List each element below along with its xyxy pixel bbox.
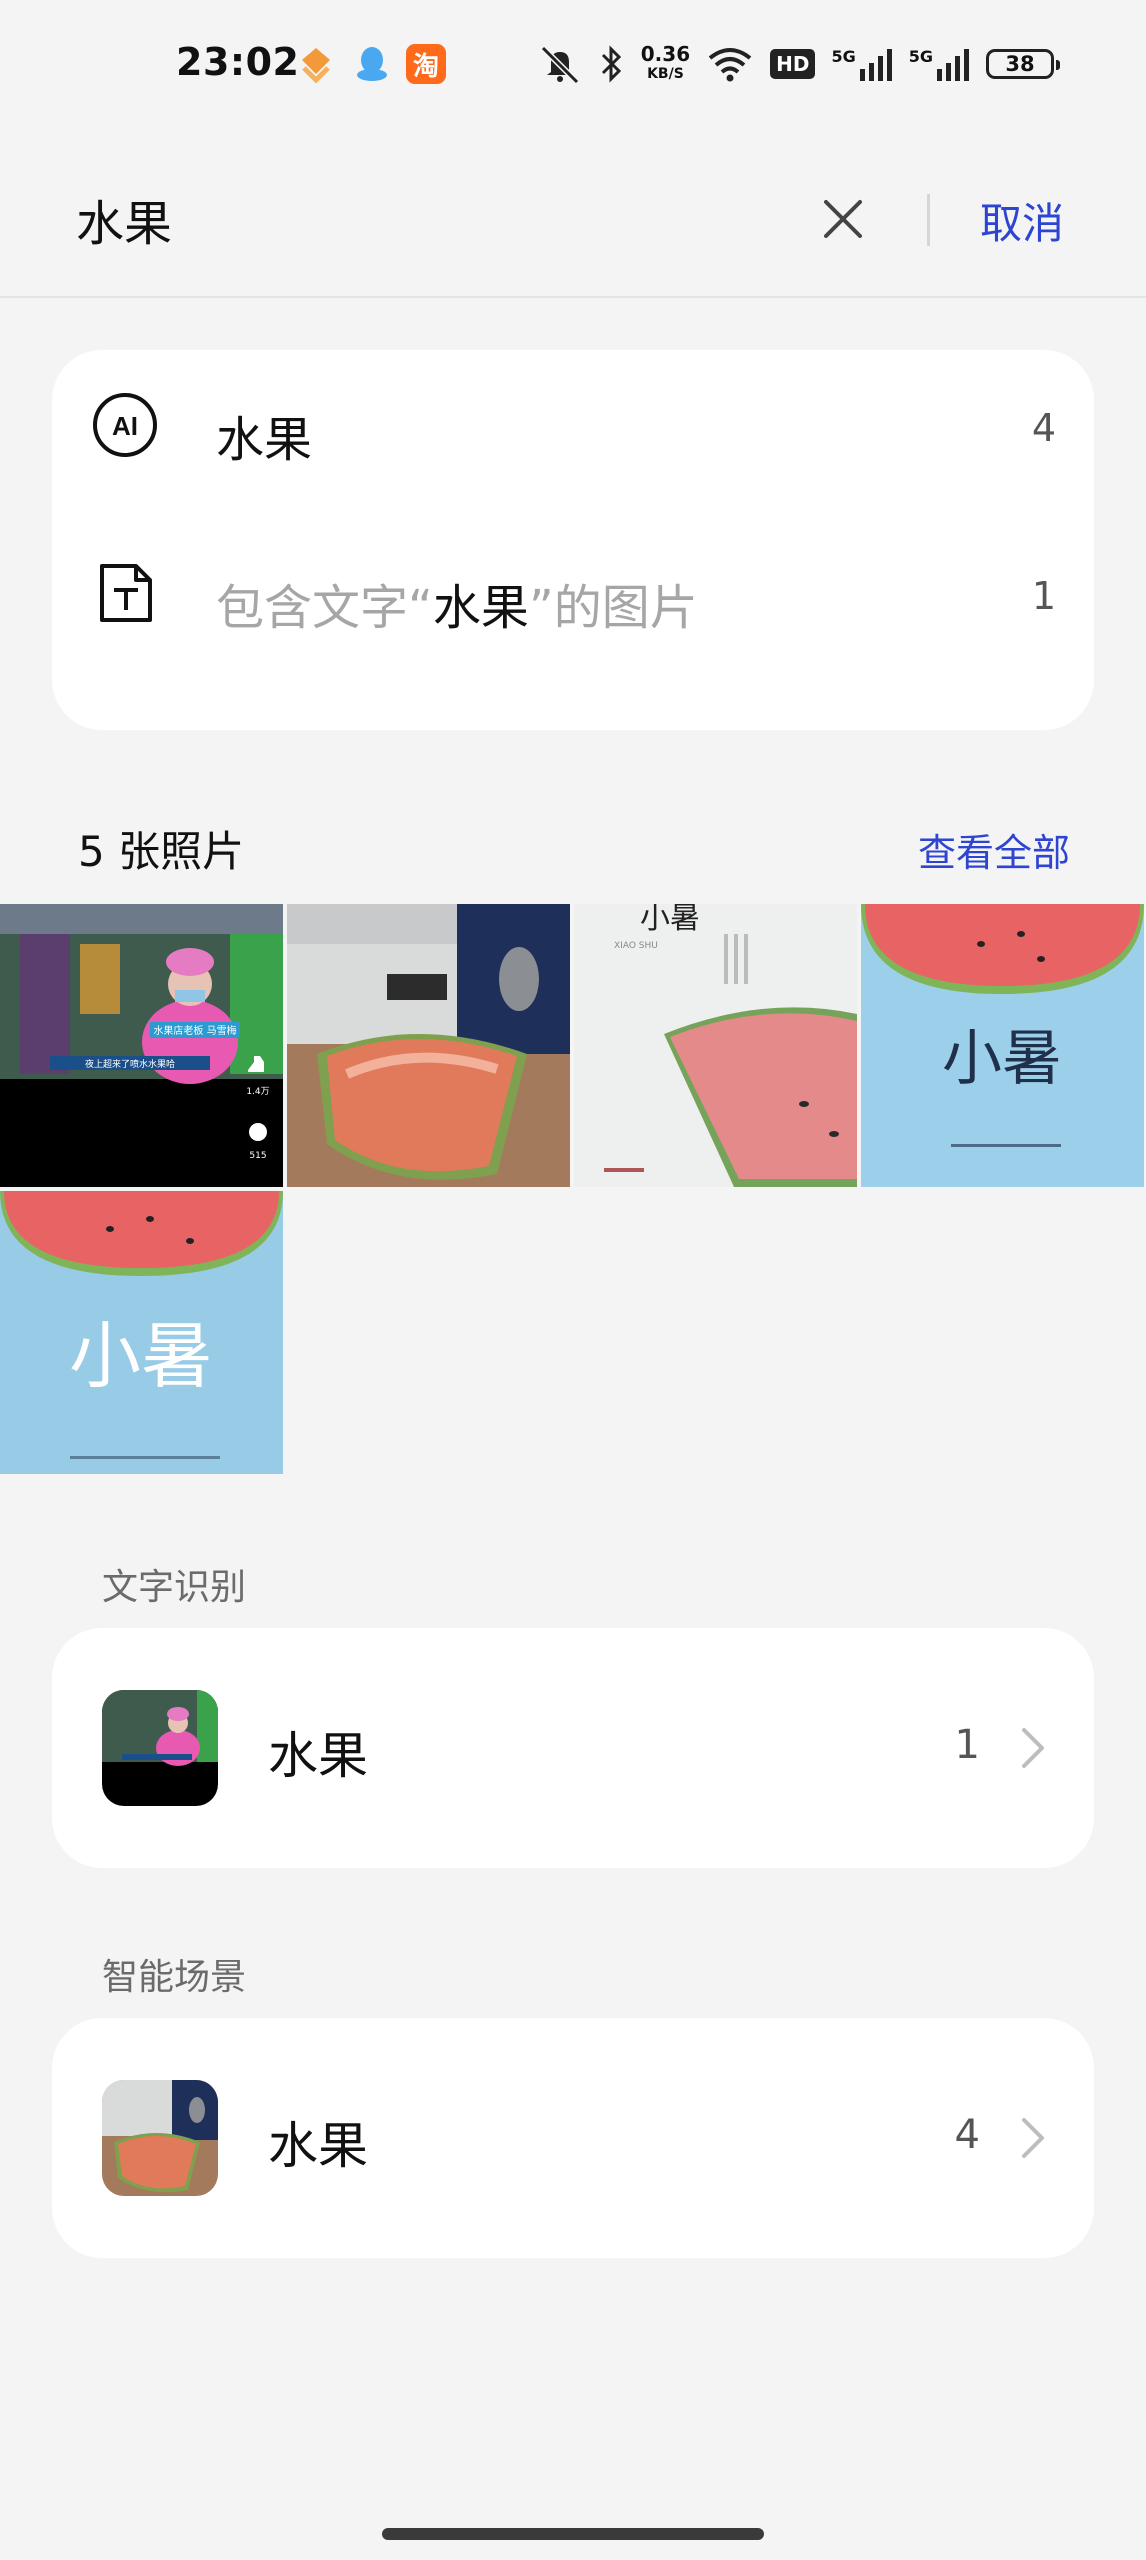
svg-text:AI: AI — [112, 411, 138, 441]
header-divider — [0, 296, 1146, 298]
result-thumbnail — [102, 1690, 218, 1806]
status-bar: 23:02 淘 0.36 KB/S HD 5G 5G 38 — [0, 0, 1146, 130]
result-label: 水果 — [268, 1727, 368, 1785]
photo-xiaoshu-poster-blue-2[interactable]: 小暑 — [0, 1191, 283, 1474]
photo-overlay-title: 小暑 — [69, 1314, 213, 1398]
cancel-button[interactable]: 取消 — [980, 190, 1064, 251]
view-all-button[interactable]: 查看全部 — [918, 822, 1070, 877]
suggestion-card: AI 水果 4 包含文字“水果”的图片 1 — [52, 350, 1094, 730]
text-doc-icon — [100, 564, 152, 622]
status-time: 23:02 — [176, 40, 300, 84]
signal-5g-icon-2: 5G — [909, 47, 970, 81]
clear-icon[interactable] — [818, 194, 868, 244]
suggestion-ai[interactable]: AI 水果 4 — [52, 350, 1094, 500]
signal-5g-icon-1: 5G — [831, 47, 892, 81]
photo-xiaoshu-poster-white[interactable]: 小暑 XIAO SHU — [574, 904, 857, 1187]
hd-icon: HD — [770, 49, 816, 79]
photo-overlay-subtitle: XIAO SHU — [614, 941, 658, 951]
suggestion-label: 包含文字“水果”的图片 — [216, 580, 698, 636]
suggestion-count: 4 — [1031, 406, 1056, 450]
bluetooth-icon — [601, 45, 621, 83]
ai-icon: AI — [93, 393, 157, 457]
text-recognition-item[interactable]: 水果 1 — [52, 1628, 1094, 1868]
photo-overlay-title: 小暑 — [942, 1024, 1062, 1094]
photo-watermelon-desk[interactable] — [287, 904, 570, 1187]
battery-indicator: 38 — [986, 49, 1060, 79]
photo-overlay-comments: 515 — [249, 1151, 266, 1161]
photo-overlay-title: 小暑 — [640, 904, 700, 936]
home-indicator[interactable] — [382, 2528, 764, 2540]
smart-scene-title: 智能场景 — [102, 1957, 247, 1998]
result-thumbnail — [102, 2080, 218, 2196]
photo-overlay-name: 水果店老板 马雪梅 — [153, 1024, 236, 1037]
divider — [927, 194, 930, 246]
result-count: 4 — [954, 2112, 980, 2158]
photo-market-woman[interactable]: 水果店老板 马雪梅 夜上超来了喷水水果哈 1.4万 515 — [0, 904, 283, 1187]
heart-app-icon — [302, 48, 330, 84]
suggestion-text-contains[interactable]: 包含文字“水果”的图片 1 — [52, 518, 1094, 668]
chevron-right-icon — [1022, 2118, 1044, 2158]
wifi-icon — [708, 48, 752, 82]
search-bar: 取消 — [0, 150, 1146, 296]
qq-icon — [357, 47, 387, 81]
search-input[interactable] — [76, 184, 776, 254]
photo-overlay-likes: 1.4万 — [246, 1087, 269, 1097]
suggestion-label: 水果 — [216, 412, 313, 468]
network-speed: 0.36 KB/S — [640, 42, 691, 82]
photos-count-title: 5 张照片 — [78, 827, 245, 876]
suggestion-count: 1 — [1031, 574, 1056, 618]
taobao-icon: 淘 — [406, 44, 446, 84]
smart-scene-item[interactable]: 水果 4 — [52, 2018, 1094, 2258]
photo-xiaoshu-poster-blue[interactable]: 小暑 — [861, 904, 1144, 1187]
photo-overlay-caption: 夜上超来了喷水水果哈 — [85, 1058, 175, 1070]
chevron-right-icon — [1022, 1728, 1044, 1768]
text-recognition-title: 文字识别 — [102, 1567, 247, 1608]
result-label: 水果 — [268, 2117, 368, 2175]
result-count: 1 — [954, 1722, 980, 1768]
status-icons: 0.36 KB/S HD 5G 5G 38 — [537, 34, 1060, 94]
mute-bell-icon — [540, 45, 579, 84]
